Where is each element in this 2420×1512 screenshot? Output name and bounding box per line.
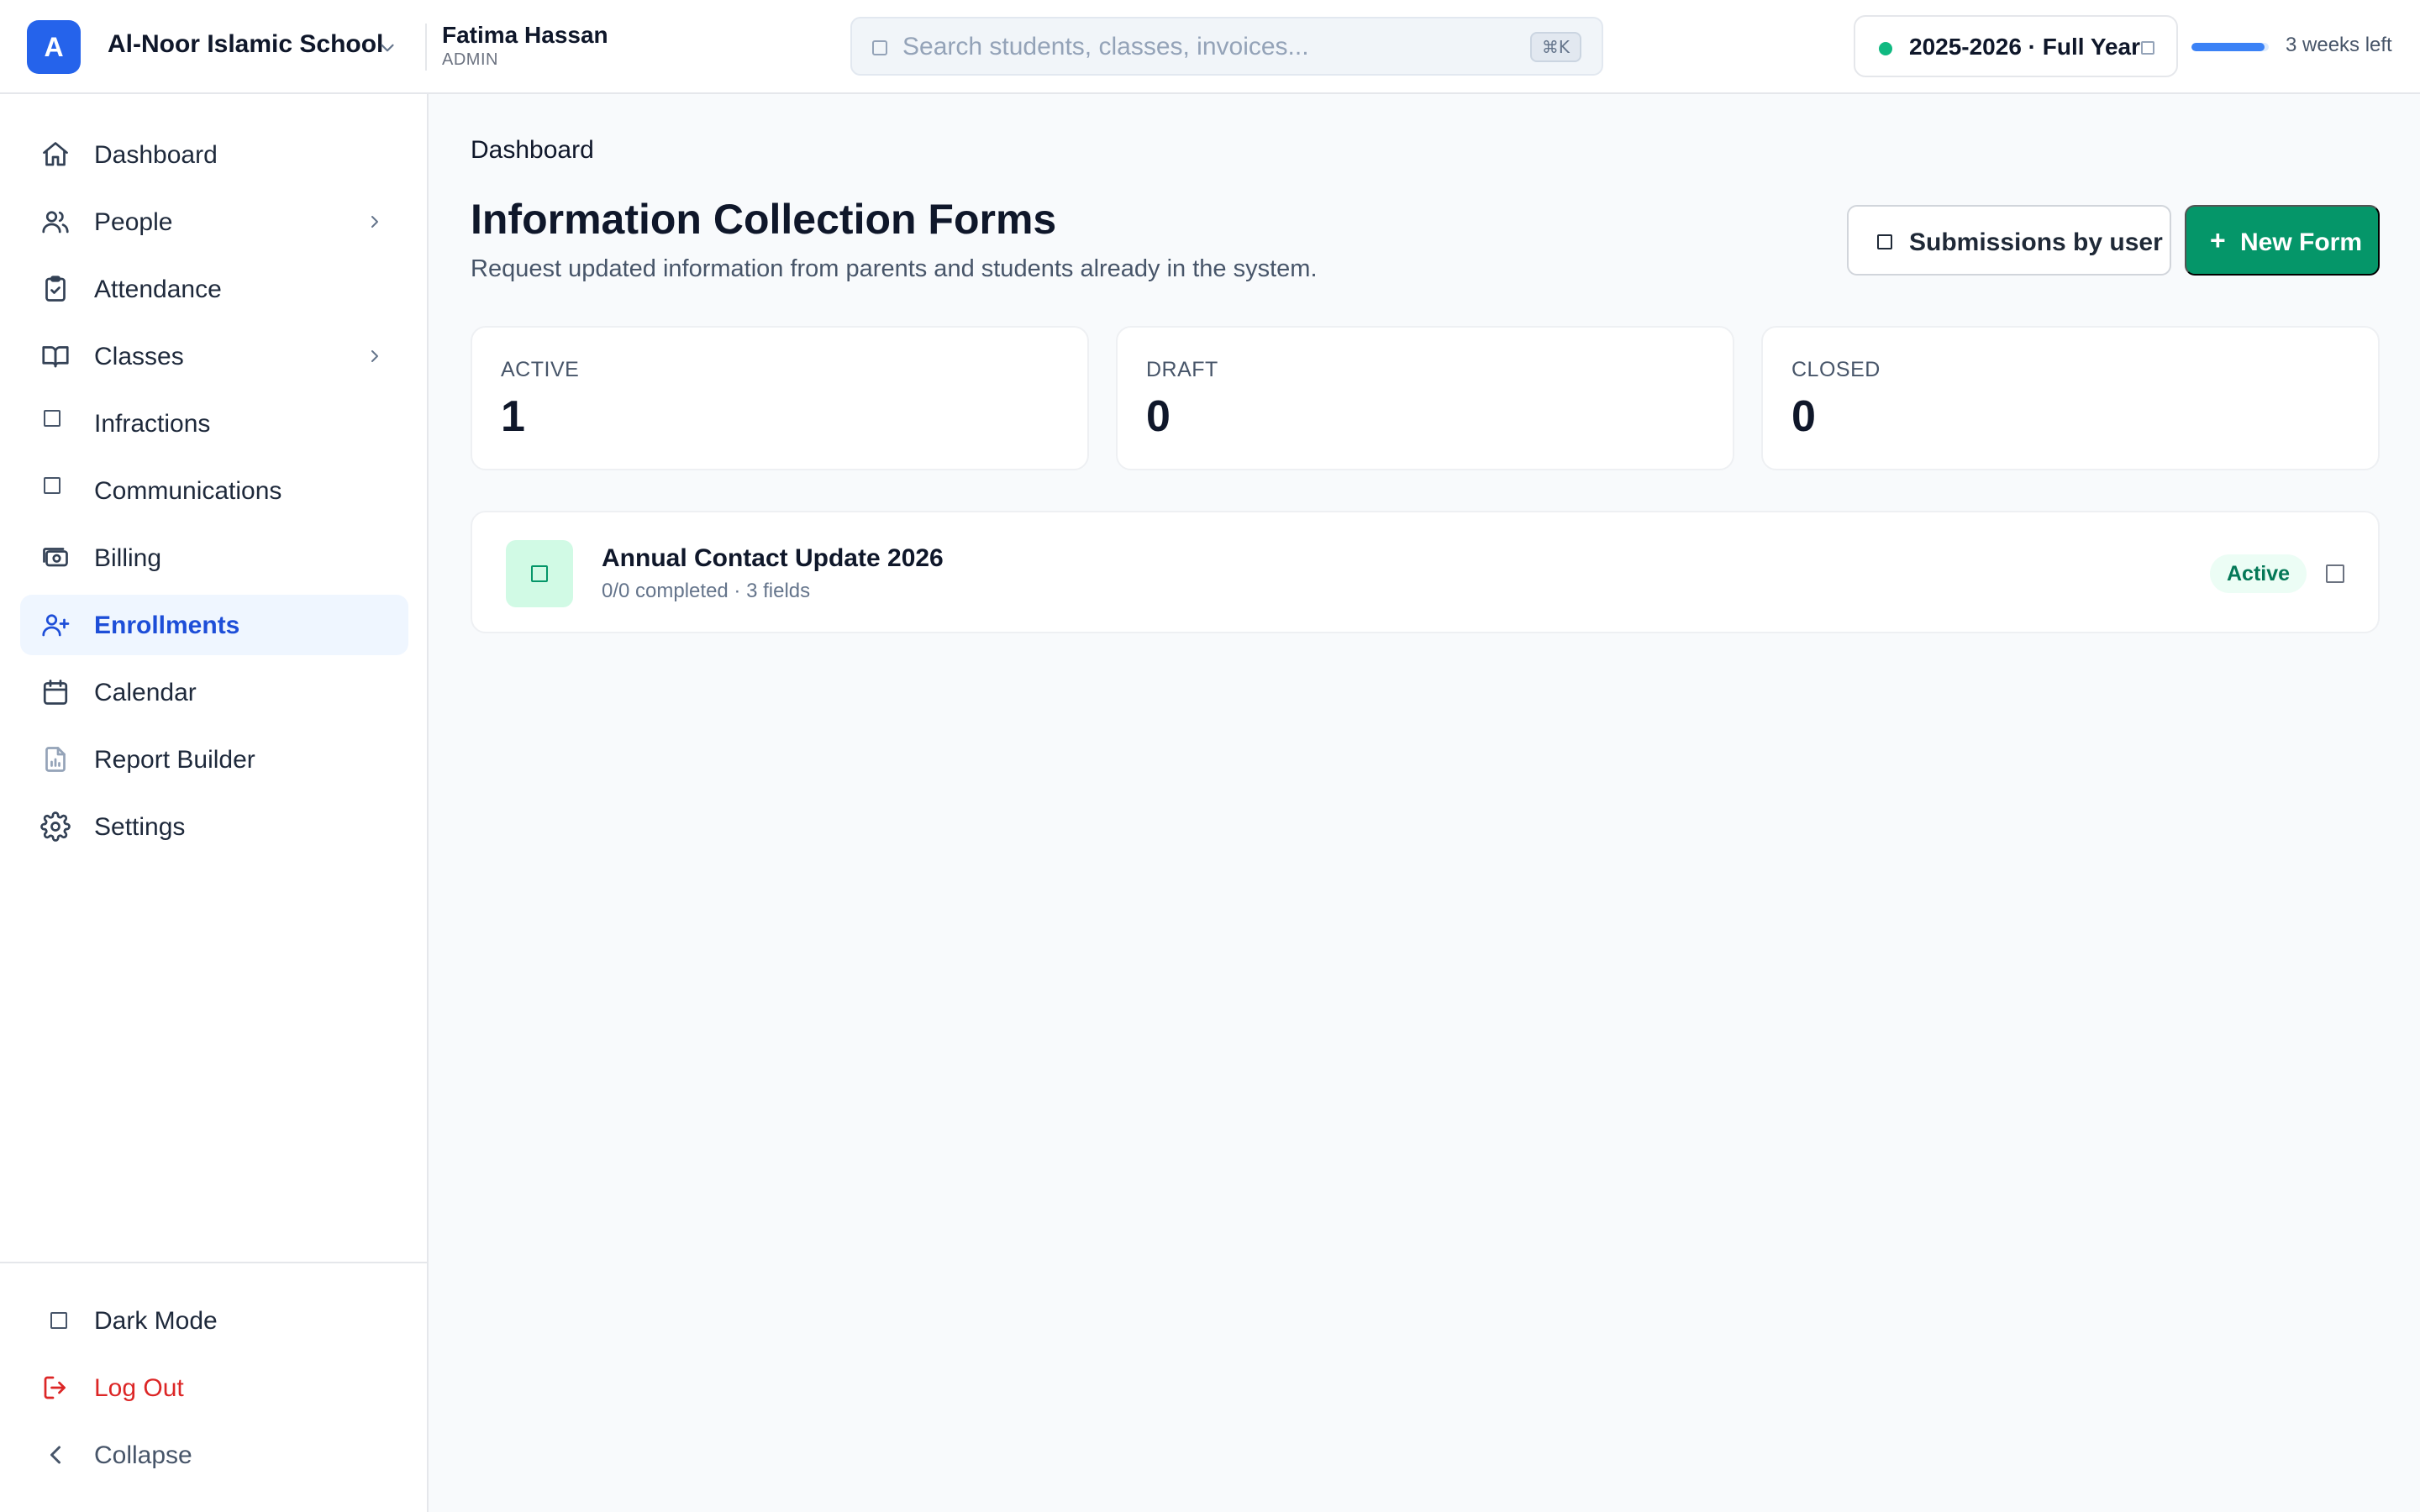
- plus-icon: +: [2210, 225, 2226, 255]
- clipboard-check-icon: [45, 276, 66, 302]
- collapse-sidebar-button[interactable]: Collapse: [20, 1425, 408, 1485]
- stat-label: DRAFT: [1146, 358, 1218, 381]
- shortcut-hint: ⌘K: [1529, 32, 1581, 62]
- submissions-icon: [1877, 234, 1892, 249]
- top-bar: A Al-Noor Islamic School Fatima Hassan A…: [0, 0, 2420, 94]
- sidebar-item-settings[interactable]: Settings: [20, 796, 408, 857]
- school-switcher[interactable]: Al-Noor Islamic School: [108, 30, 383, 59]
- sidebar-item-enrollments[interactable]: Enrollments: [20, 595, 408, 655]
- collapse-label: Collapse: [94, 1441, 192, 1469]
- stat-label: ACTIVE: [501, 358, 580, 381]
- sidebar-item-label: Enrollments: [94, 612, 240, 639]
- school-logo[interactable]: A: [27, 20, 81, 74]
- sidebar-item-attendance[interactable]: Attendance: [20, 259, 408, 319]
- logout-button[interactable]: Log Out: [20, 1357, 408, 1418]
- sidebar-item-label: Settings: [94, 813, 186, 841]
- sidebar-item-label: People: [94, 208, 173, 236]
- school-year-label: 2025-2026 · Full Year: [1909, 34, 2140, 60]
- sidebar-item-label: Infractions: [94, 410, 211, 438]
- sidebar-item-classes[interactable]: Classes: [20, 326, 408, 386]
- term-progress-bar: [2191, 43, 2269, 51]
- sidebar-item-label: Calendar: [94, 679, 197, 706]
- stat-value: 0: [1146, 392, 1171, 441]
- chevron-left-icon: [50, 1446, 60, 1464]
- calendar-icon: [43, 680, 68, 705]
- year-menu-icon: [2141, 41, 2154, 55]
- term-progress-fill: [2191, 43, 2265, 51]
- form-document-icon: [531, 565, 548, 582]
- dark-mode-icon: [50, 1312, 67, 1329]
- sidebar-item-people[interactable]: People: [20, 192, 408, 252]
- divider: [425, 24, 427, 71]
- submissions-by-user-button[interactable]: Submissions by user: [1847, 205, 2171, 276]
- sidebar: Dashboard People Attendance Classes Infr…: [0, 94, 429, 1512]
- weeks-left-label: 3 weeks left: [2286, 34, 2392, 56]
- page-title: Information Collection Forms: [471, 196, 1057, 243]
- home-icon: [43, 142, 68, 166]
- status-dot: [1879, 42, 1892, 55]
- money-icon: [43, 548, 68, 567]
- chevron-right-icon: [371, 216, 378, 228]
- sidebar-item-report-builder[interactable]: Report Builder: [20, 729, 408, 790]
- user-role: ADMIN: [442, 50, 498, 69]
- school-year-selector[interactable]: 2025-2026 · Full Year: [1854, 15, 2178, 77]
- sidebar-item-billing[interactable]: Billing: [20, 528, 408, 588]
- logout-label: Log Out: [94, 1374, 184, 1402]
- user-name: Fatima Hassan: [442, 22, 608, 48]
- stat-card-active: ACTIVE 1: [471, 326, 1089, 470]
- stat-value: 1: [501, 392, 525, 441]
- new-form-button[interactable]: + New Form: [2185, 205, 2380, 276]
- dark-mode-label: Dark Mode: [94, 1307, 218, 1335]
- chevron-right-icon: [371, 350, 378, 362]
- form-icon: [506, 540, 573, 607]
- sidebar-item-label: Communications: [94, 477, 282, 505]
- book-open-icon: [42, 346, 69, 368]
- user-plus-icon: [42, 614, 70, 637]
- sidebar-item-label: Report Builder: [94, 746, 255, 774]
- sidebar-item-infractions[interactable]: Infractions: [20, 393, 408, 454]
- stat-value: 0: [1791, 392, 1816, 441]
- sidebar-item-communications[interactable]: Communications: [20, 460, 408, 521]
- page-subtitle: Request updated information from parents…: [471, 255, 1318, 282]
- square-icon: [44, 477, 60, 494]
- sidebar-item-label: Classes: [94, 343, 184, 370]
- logout-icon: [44, 1376, 66, 1399]
- report-file-icon: [45, 747, 66, 772]
- search-input[interactable]: [902, 30, 1507, 64]
- form-meta: 0/0 completed · 3 fields: [602, 580, 811, 602]
- breadcrumb[interactable]: Dashboard: [471, 136, 594, 165]
- form-list-item[interactable]: Annual Contact Update 2026 0/0 completed…: [471, 511, 2380, 633]
- form-title: Annual Contact Update 2026: [602, 544, 944, 572]
- sidebar-item-label: Dashboard: [94, 141, 218, 169]
- stat-label: CLOSED: [1791, 358, 1881, 381]
- users-icon: [42, 211, 69, 234]
- search-icon: [872, 40, 887, 55]
- sidebar-item-calendar[interactable]: Calendar: [20, 662, 408, 722]
- stat-card-draft: DRAFT 0: [1116, 326, 1734, 470]
- button-label: Submissions by user: [1909, 228, 2163, 256]
- row-actions-icon[interactable]: [2326, 564, 2344, 583]
- chevron-down-icon[interactable]: [376, 37, 398, 59]
- dark-mode-toggle[interactable]: Dark Mode: [20, 1290, 408, 1351]
- sidebar-item-dashboard[interactable]: Dashboard: [20, 124, 408, 185]
- square-icon: [44, 410, 60, 427]
- gear-icon: [40, 811, 71, 842]
- sidebar-item-label: Billing: [94, 544, 162, 572]
- global-search[interactable]: ⌘K: [850, 17, 1603, 76]
- status-badge: Active: [2210, 554, 2307, 593]
- sidebar-divider: [0, 1262, 427, 1263]
- button-label: New Form: [2240, 228, 2363, 256]
- sidebar-item-label: Attendance: [94, 276, 222, 303]
- stat-card-closed: CLOSED 0: [1761, 326, 2380, 470]
